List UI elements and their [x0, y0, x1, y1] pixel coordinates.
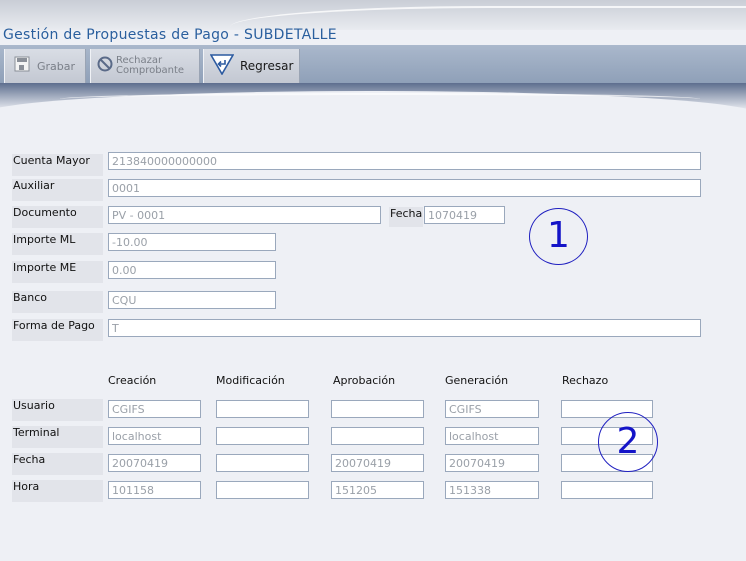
prohibited-icon [97, 56, 113, 76]
toolbar: Grabar Rechazar Comprobante Regresar [0, 45, 746, 83]
label-fecha: Fecha [389, 207, 423, 227]
fecha-creacion-field[interactable] [108, 454, 201, 472]
column-header-rechazo: Rechazo [562, 374, 609, 387]
banco-field[interactable] [108, 291, 276, 309]
save-label: Grabar [37, 59, 76, 73]
column-header-creacion: Creación [108, 374, 157, 387]
auxiliar-field[interactable] [108, 179, 701, 197]
top-banner [0, 0, 746, 30]
row-label-usuario: Usuario [12, 399, 103, 421]
save-button[interactable]: Grabar [4, 49, 86, 83]
annotation-circle-2: 2 [598, 412, 658, 472]
fecha-modificacion-field[interactable] [216, 454, 309, 472]
save-icon [13, 55, 31, 77]
row-label-terminal: Terminal [12, 426, 103, 448]
fecha-aprobacion-field[interactable] [331, 454, 424, 472]
importe-ml-field[interactable] [108, 233, 276, 251]
hora-generacion-field[interactable] [445, 481, 539, 499]
reject-voucher-button[interactable]: Rechazar Comprobante [90, 49, 200, 83]
reject-label-line2: Comprobante [116, 65, 185, 76]
label-importe-me: Importe ME [12, 261, 103, 283]
label-auxiliar: Auxiliar [12, 179, 103, 201]
documento-field[interactable] [108, 206, 381, 224]
return-arrow-icon [209, 53, 235, 79]
usuario-aprobacion-field[interactable] [331, 400, 424, 418]
label-documento: Documento [12, 206, 103, 228]
back-button[interactable]: Regresar [203, 49, 300, 83]
terminal-creacion-field[interactable] [108, 427, 201, 445]
terminal-modificacion-field[interactable] [216, 427, 309, 445]
hora-aprobacion-field[interactable] [331, 481, 424, 499]
hora-creacion-field[interactable] [108, 481, 201, 499]
forma-pago-field[interactable] [108, 319, 701, 337]
fecha-field[interactable] [424, 206, 505, 224]
row-label-hora: Hora [12, 480, 103, 502]
row-label-fecha: Fecha [12, 453, 103, 475]
label-cuenta-mayor: Cuenta Mayor [12, 154, 103, 176]
column-header-modificacion: Modificación [216, 374, 285, 387]
reject-label: Rechazar Comprobante [116, 56, 184, 76]
usuario-modificacion-field[interactable] [216, 400, 309, 418]
importe-me-field[interactable] [108, 261, 276, 279]
label-importe-ml: Importe ML [12, 233, 103, 255]
label-banco: Banco [12, 291, 103, 313]
hora-modificacion-field[interactable] [216, 481, 309, 499]
hora-rechazo-field[interactable] [561, 481, 653, 499]
usuario-generacion-field[interactable] [445, 400, 539, 418]
column-header-generacion: Generación [445, 374, 509, 387]
terminal-aprobacion-field[interactable] [331, 427, 424, 445]
usuario-creacion-field[interactable] [108, 400, 201, 418]
label-forma-pago: Forma de Pago [12, 319, 103, 341]
header-wave [0, 83, 746, 151]
annotation-circle-1: 1 [529, 208, 588, 265]
page-title: Gestión de Propuestas de Pago - SUBDETAL… [3, 27, 337, 43]
back-label: Regresar [240, 59, 294, 73]
column-header-aprobacion: Aprobación [333, 374, 396, 387]
fecha-generacion-field[interactable] [445, 454, 539, 472]
cuenta-mayor-field[interactable] [108, 152, 701, 170]
terminal-generacion-field[interactable] [445, 427, 539, 445]
